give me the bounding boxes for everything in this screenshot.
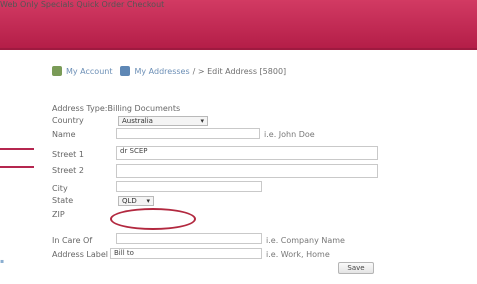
name-label: Name [52,130,76,139]
country-label: Country [52,116,84,125]
left-divider-2 [0,166,34,168]
addresses-icon [120,66,131,76]
save-button[interactable]: Save [338,262,374,274]
chevron-down-icon: ▾ [146,197,150,205]
address-label-field[interactable]: Bill to [110,248,262,259]
in-care-of-label: In Care Of [52,236,93,245]
name-field[interactable] [116,128,260,139]
address-type-value: Billing Documents [107,104,181,113]
account-icon [52,66,62,76]
breadcrumb-my-addresses[interactable]: My Addresses [134,67,189,76]
address-label-label: Address Label [52,250,108,259]
city-label: City [52,184,68,193]
zip-highlight-ellipse [110,208,196,230]
street1-label: Street 1 [52,150,84,159]
street1-field[interactable]: dr SCEP [116,146,378,160]
city-field[interactable] [116,181,262,192]
address-label-hint: i.e. Work, Home [266,250,330,259]
breadcrumb-current: / > Edit Address [5800] [192,66,287,76]
breadcrumb-my-account[interactable]: My Account [66,67,112,76]
zip-label: ZIP [52,210,65,219]
chevron-down-icon: ▾ [200,117,204,125]
state-select[interactable]: QLD ▾ [118,196,154,206]
in-care-of-hint: i.e. Company Name [266,236,345,245]
nav-web-only-specials[interactable]: Web Only Specials [0,0,74,9]
in-care-of-field[interactable] [116,233,262,244]
address-type-label: Address Type:Billing Documents [52,104,181,113]
left-divider-1 [0,148,34,150]
left-edge-marker: ▪ [0,258,5,265]
street2-label: Street 2 [52,166,84,175]
country-select[interactable]: Australia ▾ [118,116,208,126]
street2-field[interactable] [116,164,378,178]
name-hint: i.e. John Doe [264,130,315,139]
breadcrumb: My Account My Addresses / > Edit Address… [52,66,286,76]
state-label: State [52,196,74,205]
nav-quick-order[interactable]: Quick Order [76,0,124,9]
top-navigation-bar: Web Only Specials Quick Order Checkout [0,0,477,50]
nav-checkout[interactable]: Checkout [127,0,164,9]
